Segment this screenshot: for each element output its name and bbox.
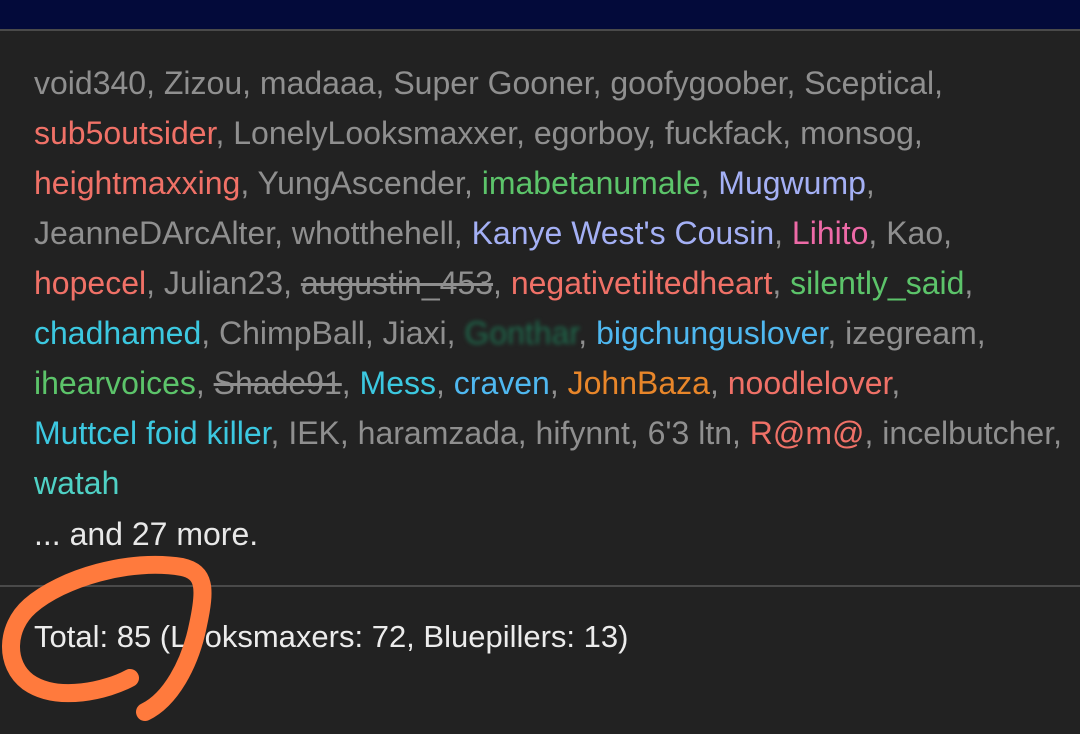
- user-separator: ,: [782, 115, 801, 151]
- user-link[interactable]: egorboy: [534, 115, 647, 151]
- user-link[interactable]: augustin_453: [301, 265, 493, 301]
- user-link[interactable]: Lihito: [792, 215, 869, 251]
- user-link[interactable]: haramzada: [358, 415, 518, 451]
- user-link[interactable]: Zizou: [164, 65, 242, 101]
- user-separator: ,: [709, 365, 728, 401]
- user-separator: ,: [1053, 415, 1062, 451]
- user-link[interactable]: chadhamed: [34, 315, 201, 351]
- section-divider: [0, 585, 1080, 587]
- user-link[interactable]: imabetanumale: [482, 165, 701, 201]
- user-separator: ,: [242, 65, 260, 101]
- user-separator: ,: [976, 315, 986, 351]
- user-link[interactable]: bigchunguslover: [596, 315, 827, 351]
- user-link[interactable]: sub5outsider: [34, 115, 215, 151]
- user-link[interactable]: Sceptical: [804, 65, 934, 101]
- user-link[interactable]: goofygoober: [610, 65, 786, 101]
- user-separator: ,: [864, 415, 883, 451]
- user-link[interactable]: LonelyLooksmaxxer: [233, 115, 516, 151]
- user-link[interactable]: negativetiltedheart: [511, 265, 773, 301]
- user-separator: ,: [195, 365, 214, 401]
- user-link[interactable]: Julian23: [164, 265, 283, 301]
- user-link[interactable]: heightmaxxing: [34, 165, 240, 201]
- user-separator: ,: [647, 115, 665, 151]
- total-users-summary: Total: 85 (Looksmaxers: 72, Bluepillers:…: [34, 619, 629, 654]
- user-separator: ,: [201, 315, 220, 351]
- user-separator: ,: [943, 215, 953, 251]
- user-separator: ,: [274, 215, 292, 251]
- user-link[interactable]: R@m@: [750, 415, 865, 451]
- user-separator: ,: [549, 365, 568, 401]
- user-separator: ,: [774, 215, 792, 251]
- user-separator: ,: [283, 265, 301, 301]
- user-separator: ,: [516, 115, 534, 151]
- user-link[interactable]: watah: [34, 465, 119, 501]
- user-link[interactable]: Mugwump: [718, 165, 866, 201]
- user-link[interactable]: Super Gooner: [393, 65, 592, 101]
- user-link[interactable]: ihearvoices: [34, 365, 196, 401]
- user-link[interactable]: Jiaxi: [383, 315, 447, 351]
- user-separator: ,: [786, 65, 805, 101]
- user-link[interactable]: hopecel: [34, 265, 146, 301]
- user-separator: ,: [578, 315, 597, 351]
- user-separator: ,: [339, 415, 358, 451]
- user-separator: ,: [865, 165, 875, 201]
- user-separator: ,: [463, 165, 482, 201]
- user-link[interactable]: Shade91: [214, 365, 342, 401]
- user-link[interactable]: JeanneDArcAlter: [34, 215, 274, 251]
- user-link[interactable]: void340: [34, 65, 146, 101]
- user-separator: ,: [629, 415, 648, 451]
- user-separator: ,: [732, 415, 750, 451]
- user-link[interactable]: monsog: [800, 115, 914, 151]
- user-separator: ,: [146, 265, 164, 301]
- user-separator: ,: [240, 165, 258, 201]
- user-separator: ,: [868, 215, 887, 251]
- user-link[interactable]: silently_said: [790, 265, 964, 301]
- user-separator: ,: [700, 165, 719, 201]
- user-separator: ,: [913, 115, 923, 151]
- user-separator: ,: [341, 365, 360, 401]
- user-link[interactable]: Mess: [360, 365, 436, 401]
- user-separator: ,: [517, 415, 536, 451]
- user-link[interactable]: craven: [454, 365, 550, 401]
- user-link[interactable]: Kao: [886, 215, 943, 251]
- user-separator: ,: [364, 315, 383, 351]
- user-link[interactable]: JohnBaza: [568, 365, 710, 401]
- user-separator: ,: [772, 265, 791, 301]
- user-link[interactable]: Gonthar: [464, 315, 578, 351]
- user-link[interactable]: IEK: [288, 415, 340, 451]
- user-separator: ,: [493, 265, 511, 301]
- user-link[interactable]: noodlelover: [728, 365, 892, 401]
- online-users-list: void340, Zizou, madaaa, Super Gooner, go…: [34, 58, 1064, 508]
- user-separator: ,: [436, 365, 454, 401]
- user-separator: ,: [934, 65, 944, 101]
- user-separator: ,: [270, 415, 289, 451]
- top-bar: [0, 0, 1080, 29]
- user-link[interactable]: madaaa: [260, 65, 376, 101]
- user-link[interactable]: izegream: [845, 315, 977, 351]
- user-separator: ,: [964, 265, 974, 301]
- user-separator: ,: [446, 315, 465, 351]
- user-separator: ,: [827, 315, 846, 351]
- user-separator: ,: [146, 65, 164, 101]
- user-link[interactable]: ChimpBall: [219, 315, 365, 351]
- user-link[interactable]: 6'3 ltn: [648, 415, 732, 451]
- user-link[interactable]: whotthehell: [292, 215, 454, 251]
- user-link[interactable]: incelbutcher: [882, 415, 1053, 451]
- user-separator: ,: [215, 115, 234, 151]
- top-divider: [0, 29, 1080, 31]
- user-separator: ,: [891, 365, 901, 401]
- user-link[interactable]: hifynnt: [536, 415, 630, 451]
- user-link[interactable]: YungAscender: [258, 165, 464, 201]
- user-link[interactable]: fuckfack: [665, 115, 782, 151]
- user-link[interactable]: Kanye West's Cousin: [472, 215, 775, 251]
- user-link[interactable]: Muttcel foid killer: [34, 415, 271, 451]
- user-separator: ,: [453, 215, 472, 251]
- user-separator: ,: [375, 65, 394, 101]
- more-users-link[interactable]: ... and 27 more.: [34, 509, 258, 559]
- user-separator: ,: [592, 65, 611, 101]
